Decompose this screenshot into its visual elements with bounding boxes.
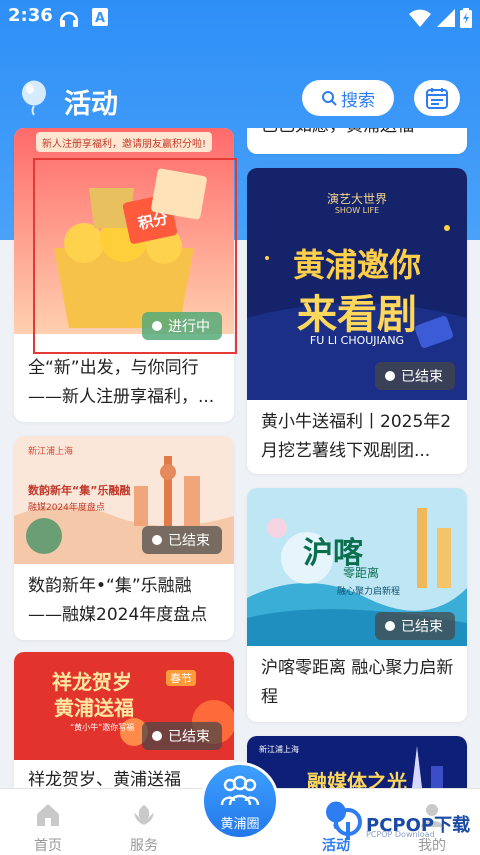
activity-card[interactable]: 沪喀 零距离 融心聚力启新程 已结束 沪喀零距离 融心聚力启新程 (247, 488, 467, 722)
status-badge: 已结束 (142, 526, 222, 554)
tab-services[interactable]: 服务 (96, 789, 192, 855)
watermark: PCPOP下载 PCPOP Download (334, 808, 470, 840)
activity-card[interactable]: 已已如愿，黄浦送福 (247, 128, 467, 154)
group-icon (220, 775, 260, 806)
watermark-logo-icon (334, 808, 362, 840)
page-header: 活动 搜索 (0, 70, 480, 126)
tab-huangpu-circle[interactable]: 黄浦圈 (201, 762, 279, 840)
activity-card[interactable]: 新江浦上海 融媒体之光 (247, 736, 467, 788)
activity-feed[interactable]: 新人注册享福利，邀请朋友赢积分啦! 积分 进行中 全“新”出发，与你同行——新人… (0, 128, 480, 788)
status-label: 已结束 (401, 619, 443, 635)
calendar-button[interactable] (414, 80, 460, 116)
highlight-box (33, 158, 237, 354)
tab-label: 黄浦圈 (220, 817, 260, 832)
activity-card[interactable]: 演艺大世界 SHOW LIFE 黄浦邀你 来看剧 FU LI CHOUJIANG… (247, 168, 467, 474)
poster-tag: 春节 (166, 670, 196, 686)
search-button[interactable]: 搜索 (302, 80, 394, 116)
poster-line1: 融媒体之光 (307, 770, 407, 788)
tab-label: 服务 (130, 838, 158, 854)
poster-sub: “黄小牛”邀你写福 (70, 723, 135, 732)
status-label: 已结束 (168, 729, 210, 745)
poster-sub: 融心聚力启新程 (337, 587, 401, 597)
poster-logo: 演艺大世界 (326, 192, 387, 206)
status-badge: 已结束 (142, 722, 222, 750)
activity-card[interactable]: 祥龙贺岁 黄浦送福 春节 “黄小牛”邀你写福 已结束 祥龙贺岁、黄浦送福 (14, 652, 234, 788)
activity-title: 沪喀零距离 融心聚力启新程 (261, 658, 454, 707)
activity-title: 全“新”出发，与你同行——新人注册享福利，... (28, 358, 215, 407)
activity-title: 已已如愿，黄浦送福 (261, 128, 457, 141)
watermark-sub: PCPOP Download (366, 830, 435, 839)
calendar-icon (426, 88, 448, 109)
poster-line2: 零距离 (343, 566, 380, 580)
status-bar: 2:36 A (0, 0, 480, 34)
signal-icon (437, 9, 455, 27)
notification-a-icon: A (92, 8, 108, 26)
page-title: 活动 (64, 89, 118, 120)
activity-title: 数韵新年•“集”乐融融——融媒2024年度盘点 (28, 576, 208, 625)
poster-sub: FU LI CHOUJIANG (309, 334, 405, 347)
tab-label: 首页 (34, 838, 62, 854)
poster-top: 新江浦上海 (28, 447, 74, 457)
battery-icon (460, 8, 472, 28)
status-label: 已结束 (168, 533, 210, 549)
search-icon (322, 91, 337, 106)
activity-title: 祥龙贺岁、黄浦送福 (28, 770, 181, 788)
banner-text: 新人注册享福利，邀请朋友赢积分啦! (41, 139, 206, 150)
poster-line2: 黄浦送福 (54, 696, 134, 720)
poster-line2: 来看剧 (297, 292, 417, 338)
poster-top: 新江浦上海 (259, 745, 299, 754)
balloon-icon (22, 80, 46, 116)
poster-logo-sub: SHOW LIFE (334, 206, 380, 215)
headset-icon (59, 11, 79, 27)
poster-line1: 祥龙贺岁 (52, 670, 132, 694)
poster-line1: 黄浦邀你 (292, 246, 421, 284)
tab-home[interactable]: 首页 (0, 789, 96, 855)
poster-line1: 数韵新年“集”乐融融 (28, 484, 131, 497)
wifi-icon (409, 9, 431, 27)
services-icon (134, 805, 154, 825)
svg-text:A: A (95, 11, 105, 26)
status-badge: 已结束 (375, 612, 455, 640)
activity-title: 黄小牛送福利丨2025年2月挖艺薯线下观剧团... (261, 412, 452, 461)
status-label: 已结束 (401, 369, 443, 385)
status-time: 2:36 (8, 5, 53, 26)
poster-line2: 融媒2024年度盘点 (28, 503, 105, 513)
activity-card[interactable]: 新江浦上海 数韵新年“集”乐融融 融媒2024年度盘点 已结束 数韵新年•“集”… (14, 436, 234, 640)
status-badge: 已结束 (375, 362, 455, 390)
home-icon (37, 804, 59, 826)
search-label: 搜索 (341, 90, 375, 111)
